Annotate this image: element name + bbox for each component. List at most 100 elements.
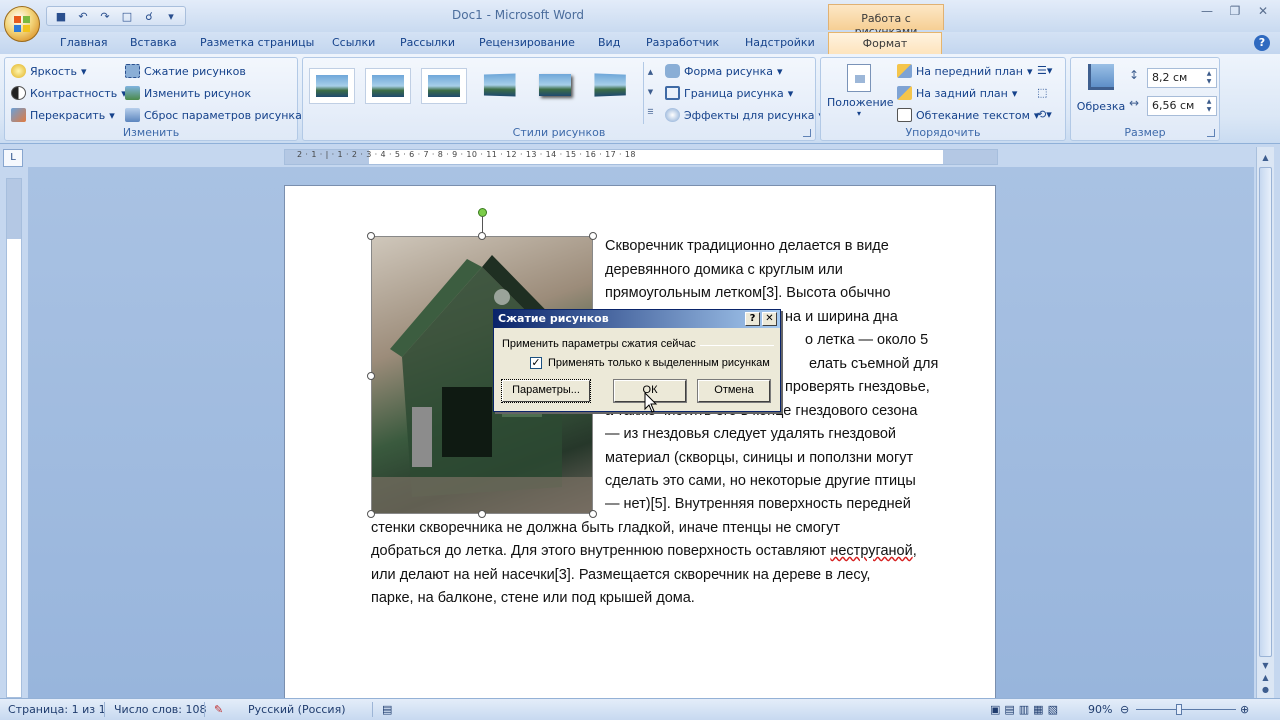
- horizontal-ruler[interactable]: 2 · 1 · | · 1 · 2 · 3 · 4 · 5 · 6 · 7 · …: [284, 149, 998, 165]
- picture-style-1[interactable]: [309, 68, 355, 104]
- align-icon[interactable]: ☰▾: [1037, 64, 1052, 77]
- text-line: о летка — около 5: [805, 332, 929, 348]
- picture-effects-icon: [665, 108, 680, 122]
- picture-shape-icon: [665, 64, 680, 78]
- compress-label: Сжатие рисунков: [144, 64, 246, 78]
- undo-icon[interactable]: ↶: [73, 7, 93, 25]
- brightness-button[interactable]: Яркость ▾: [11, 64, 86, 78]
- proofing-icon[interactable]: ✎: [214, 703, 223, 716]
- resize-handle-nw[interactable]: [367, 232, 375, 240]
- group-objects-icon[interactable]: ⬚: [1037, 86, 1047, 99]
- picture-style-2[interactable]: [365, 68, 411, 104]
- picture-style-3[interactable]: [421, 68, 467, 104]
- selected-only-checkbox[interactable]: ✓: [530, 357, 542, 369]
- bring-to-front-button[interactable]: На передний план ▾: [897, 64, 1033, 78]
- language-indicator[interactable]: Русский (Россия): [248, 703, 346, 716]
- tab-review[interactable]: Рецензирование: [479, 36, 575, 49]
- crop-text: Обрезка: [1076, 100, 1126, 113]
- width-spinner-icon[interactable]: ▲ ▼: [1203, 98, 1215, 114]
- tab-stop-selector[interactable]: L: [3, 149, 23, 167]
- width-icon: ↔: [1129, 96, 1140, 110]
- text-line: или делают на ней насечки[3]. Размещаетс…: [371, 567, 871, 583]
- tab-addins[interactable]: Надстройки: [745, 36, 815, 49]
- document-page[interactable]: Скворечник традиционно делается в виде д…: [284, 185, 996, 698]
- group-adjust: Яркость ▾ Контрастность ▾ Перекрасить ▾ Сжа…: [4, 57, 302, 141]
- scroll-up-icon[interactable]: ▲: [1258, 151, 1273, 165]
- macro-record-icon[interactable]: ▤: [382, 703, 392, 716]
- tab-format[interactable]: Формат: [828, 32, 942, 55]
- change-picture-button[interactable]: Изменить рисунок: [125, 86, 251, 100]
- styles-gallery-scroll[interactable]: ▲ ▼ ☰: [643, 62, 657, 124]
- send-to-back-button[interactable]: На задний план ▾: [897, 86, 1017, 100]
- window-controls: — ❐ ✕: [1196, 4, 1274, 22]
- zoom-in-icon[interactable]: ⊕: [1240, 703, 1249, 716]
- group-adjust-label: Изменить: [122, 126, 180, 139]
- height-icon: ↕: [1129, 68, 1140, 82]
- text-wrapping-button[interactable]: Обтекание текстом ▾: [897, 108, 1039, 122]
- zoom-out-icon[interactable]: ⊖: [1120, 703, 1129, 716]
- zoom-slider-thumb[interactable]: [1176, 704, 1182, 715]
- tab-insert[interactable]: Вставка: [130, 36, 177, 49]
- tab-view[interactable]: Вид: [598, 36, 620, 49]
- params-button[interactable]: Параметры...: [501, 379, 591, 403]
- spelling-error[interactable]: неструганой: [830, 543, 912, 559]
- office-button[interactable]: [4, 6, 40, 42]
- picture-style-4[interactable]: [477, 68, 523, 104]
- help-icon[interactable]: ?: [1254, 35, 1270, 51]
- vertical-scrollbar[interactable]: ▲ ▼ ▲ ●: [1256, 147, 1274, 698]
- zoom-level[interactable]: 90%: [1088, 703, 1112, 716]
- width-field[interactable]: 6,56 см ▲ ▼: [1147, 96, 1217, 116]
- ribbon: Яркость ▾ Контрастность ▾ Перекрасить ▾ Сжа…: [0, 54, 1280, 144]
- tab-home[interactable]: Главная: [60, 36, 108, 49]
- view-mode-icons[interactable]: ▣▤▥▦▧: [990, 703, 1062, 716]
- tab-references[interactable]: Ссылки: [332, 36, 375, 49]
- picture-style-5[interactable]: [533, 68, 579, 104]
- picture-shape-button[interactable]: Форма рисунка ▾: [665, 64, 783, 78]
- picture-border-button[interactable]: Граница рисунка ▾: [665, 86, 793, 100]
- picture-effects-button[interactable]: Эффекты для рисунка▾: [665, 108, 824, 122]
- vertical-ruler[interactable]: [6, 178, 22, 698]
- selected-only-label[interactable]: Применять только к выделенным рисункам: [548, 357, 770, 369]
- page-count[interactable]: Страница: 1 из 1: [8, 703, 106, 716]
- resize-handle-n[interactable]: [478, 232, 486, 240]
- height-spinner-icon[interactable]: ▲ ▼: [1203, 70, 1215, 86]
- browse-object-icon[interactable]: ●: [1258, 683, 1273, 697]
- scroll-thumb[interactable]: [1259, 167, 1272, 657]
- print-preview-icon[interactable]: ☌: [139, 7, 159, 25]
- height-field[interactable]: 8,2 см ▲ ▼: [1147, 68, 1217, 88]
- compress-pictures-button[interactable]: Сжатие рисунков: [125, 64, 246, 78]
- ruler-area: L 2 · 1 · | · 1 · 2 · 3 · 4 · 5 · 6 · 7 …: [0, 145, 1280, 167]
- recolor-button[interactable]: Перекрасить ▾: [11, 108, 115, 122]
- tab-developer[interactable]: Разработчик: [646, 36, 719, 49]
- send-to-back-icon: [897, 86, 912, 100]
- zoom-slider[interactable]: [1136, 709, 1236, 710]
- close-icon[interactable]: ✕: [1252, 4, 1274, 22]
- restore-icon[interactable]: ❐: [1224, 4, 1246, 22]
- minimize-icon[interactable]: —: [1196, 4, 1218, 22]
- contrast-label: Контрастность: [30, 86, 118, 100]
- position-button[interactable]: Положение ▾: [827, 62, 894, 120]
- status-bar: Страница: 1 из 1 Число слов: 108 ✎ Русск…: [0, 698, 1280, 720]
- cancel-button[interactable]: Отмена: [697, 379, 771, 403]
- dialog-close-icon[interactable]: ✕: [762, 312, 777, 326]
- resize-handle-ne[interactable]: [589, 232, 597, 240]
- rotate-icon[interactable]: ⟲▾: [1037, 108, 1052, 121]
- redo-icon[interactable]: ↷: [95, 7, 115, 25]
- position-label: Положение: [827, 96, 894, 109]
- change-picture-label: Изменить рисунок: [144, 86, 252, 100]
- reset-picture-button[interactable]: Сброс параметров рисунка: [125, 108, 302, 122]
- picture-style-6[interactable]: [589, 68, 635, 104]
- tab-page-layout[interactable]: Разметка страницы: [200, 36, 314, 49]
- customize-qat-icon[interactable]: ▾: [161, 7, 181, 25]
- word-count[interactable]: Число слов: 108: [114, 703, 207, 716]
- dialog-launcher-icon[interactable]: [803, 129, 811, 137]
- size-dialog-launcher-icon[interactable]: [1207, 129, 1215, 137]
- save-icon[interactable]: ■: [51, 7, 71, 25]
- contrast-button[interactable]: Контрастность ▾: [11, 86, 127, 100]
- resize-handle-w[interactable]: [367, 372, 375, 380]
- new-document-icon[interactable]: □: [117, 7, 137, 25]
- crop-button[interactable]: Обрезка: [1075, 62, 1127, 113]
- tab-mailings[interactable]: Рассылки: [400, 36, 455, 49]
- mouse-cursor-icon: [644, 392, 658, 413]
- dialog-help-icon[interactable]: ?: [745, 312, 760, 326]
